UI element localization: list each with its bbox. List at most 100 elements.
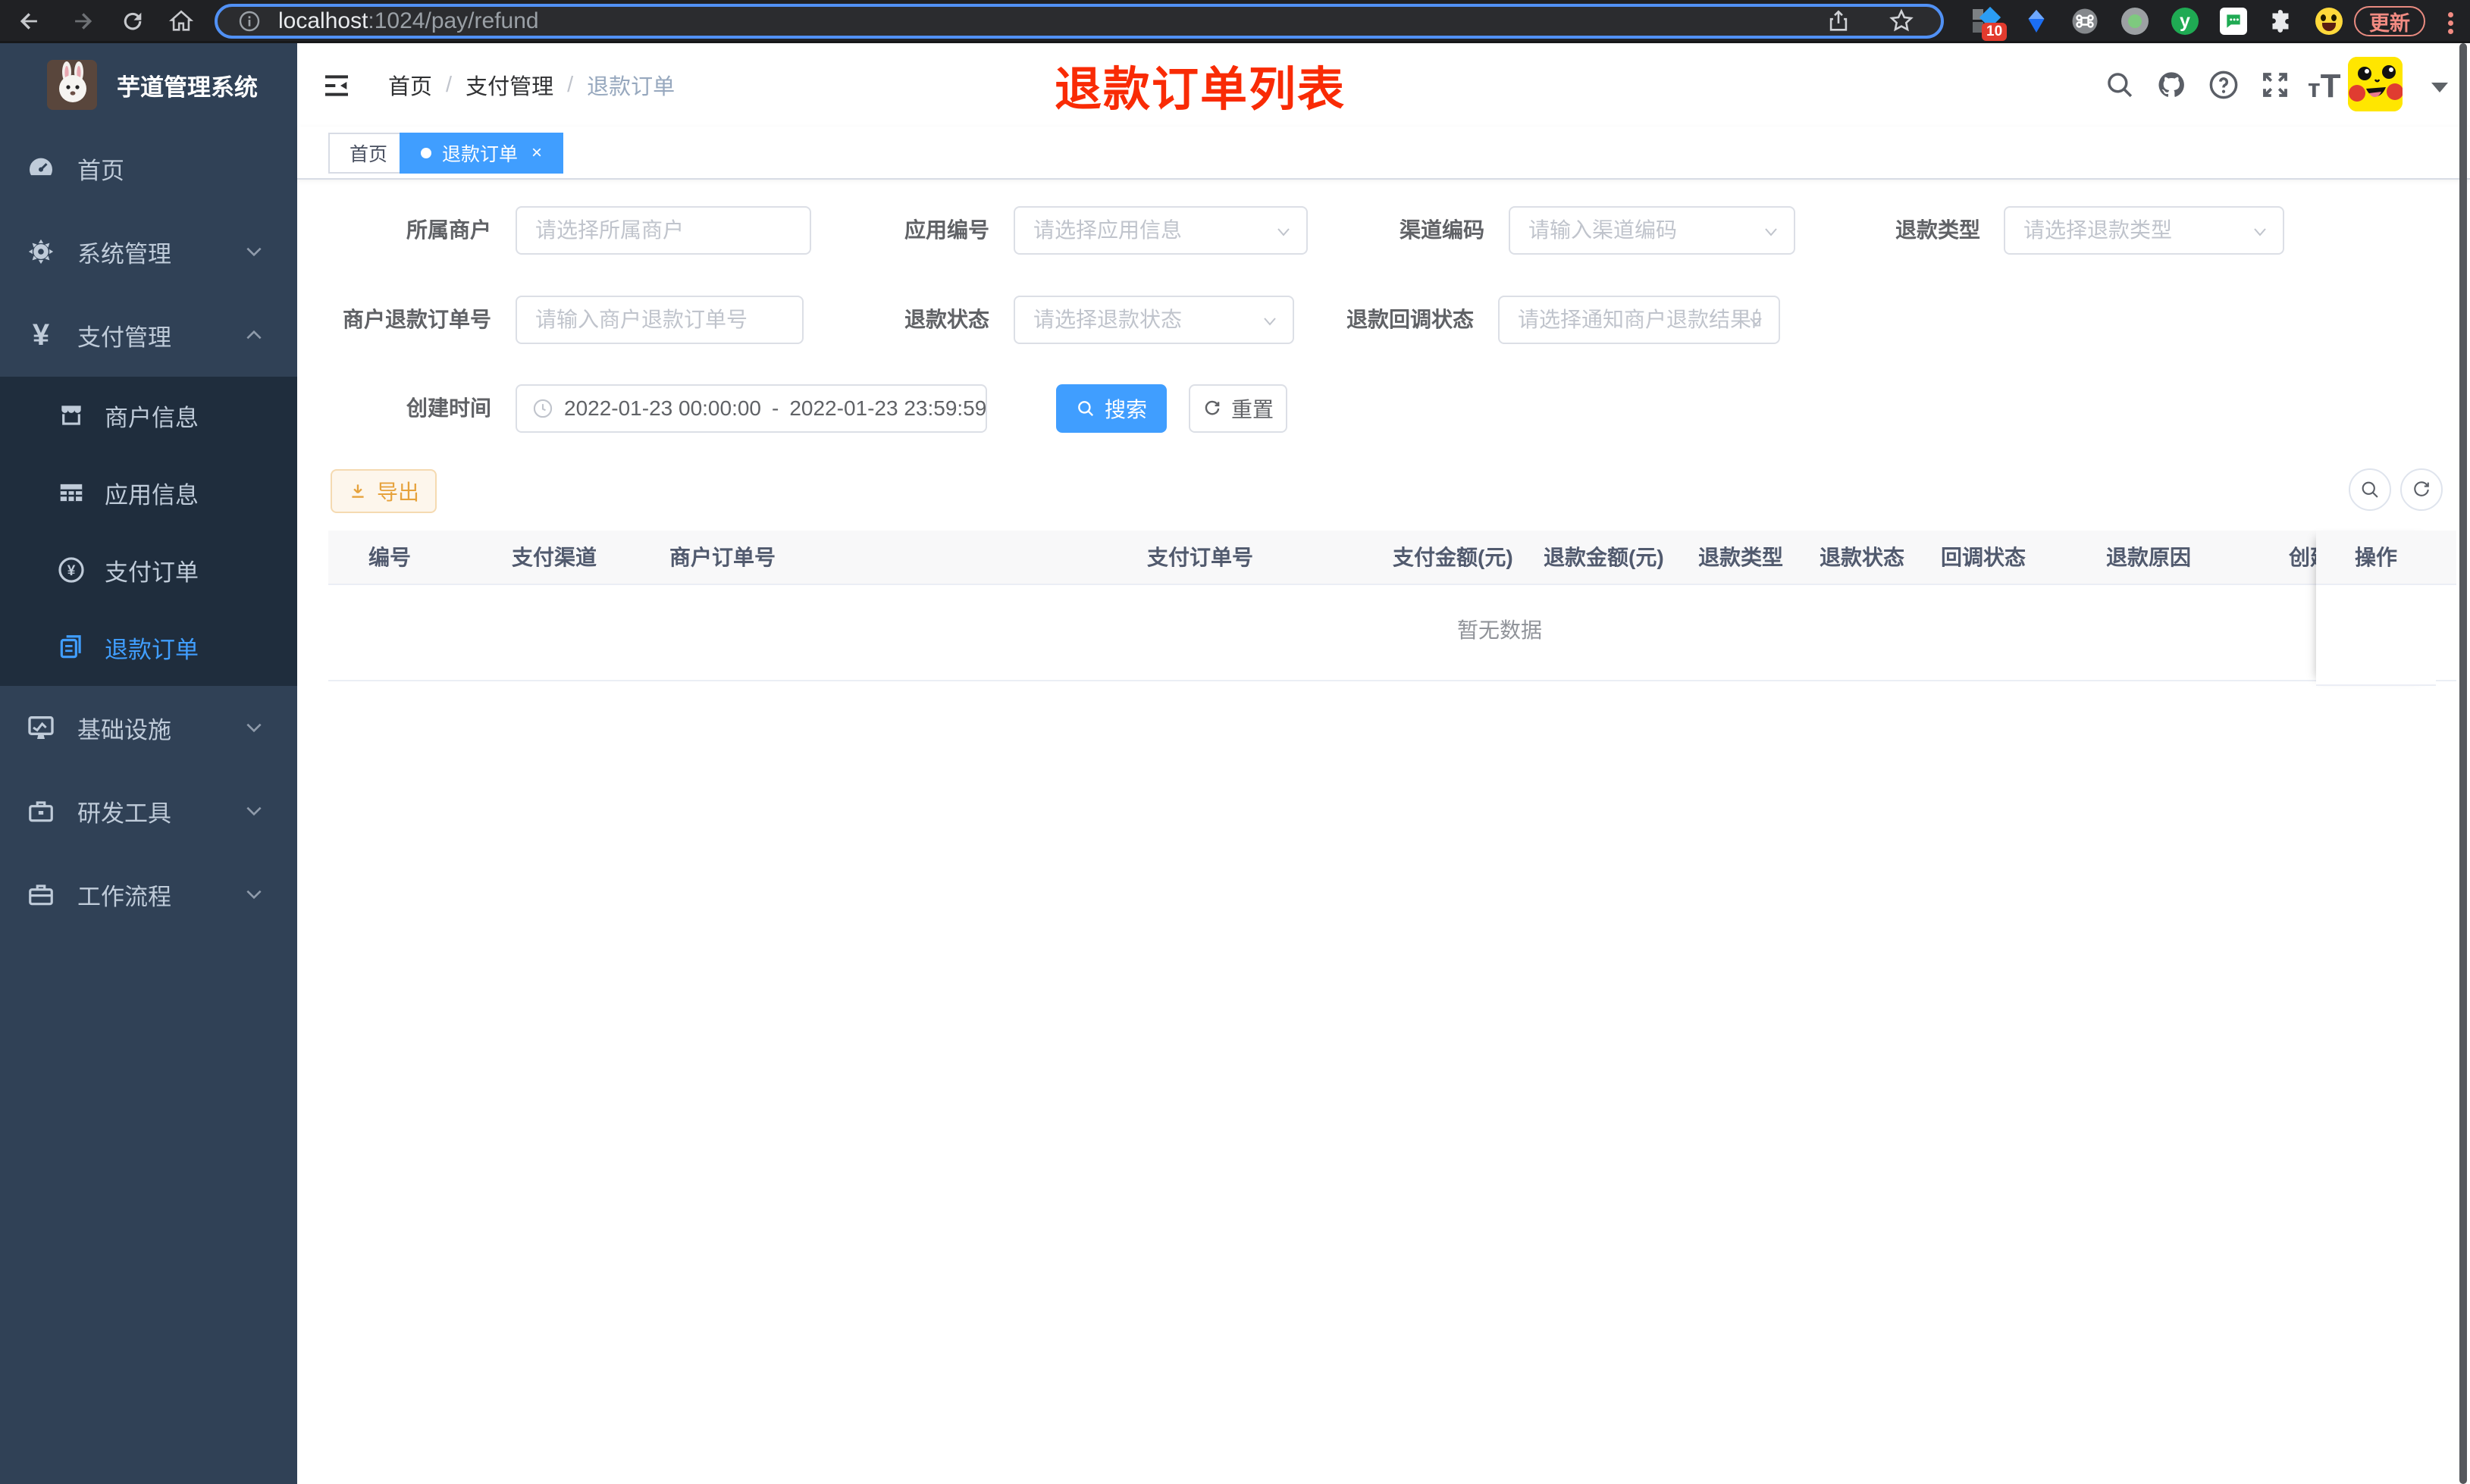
extension-chat-icon[interactable] — [2220, 8, 2247, 35]
search-label: 搜索 — [1104, 398, 1147, 421]
col-id: 编号 — [368, 546, 412, 569]
date-separator: - — [772, 396, 779, 420]
date-start[interactable]: 2022-01-23 00:00:00 — [564, 396, 761, 421]
app-logo — [47, 60, 97, 110]
github-icon[interactable] — [2155, 69, 2187, 101]
col-refund-type: 退款类型 — [1698, 546, 1784, 569]
document-icon — [55, 631, 88, 664]
reload-icon[interactable] — [120, 8, 146, 34]
refresh-icon — [1205, 400, 1220, 415]
site-info-icon[interactable] — [237, 9, 262, 33]
sidebar-collapse-icon[interactable] — [321, 70, 352, 101]
url-host: localhost — [278, 8, 368, 33]
sidebar-item-home[interactable]: 首页 — [0, 127, 297, 210]
sidebar-item-system[interactable]: 系统管理 — [0, 210, 297, 293]
extension-command-icon[interactable] — [2071, 8, 2099, 35]
refund-table: 编号 支付渠道 商户订单号 支付订单号 支付金额(元) 退款金额(元) 退款类型… — [328, 531, 2456, 686]
tab-home[interactable]: 首页 — [328, 133, 409, 174]
browser-chrome: localhost:1024/pay/refund 10 y 更新 — [0, 0, 2470, 43]
extension-kite-icon[interactable] — [2023, 8, 2050, 35]
refund-type-select[interactable] — [2004, 206, 2284, 255]
chevron-down-icon — [246, 247, 262, 257]
home-icon[interactable] — [168, 8, 194, 34]
url-bar[interactable]: localhost:1024/pay/refund — [215, 4, 1944, 39]
tab-close-icon[interactable]: × — [531, 142, 542, 164]
refund-type-input[interactable] — [2005, 208, 2283, 252]
sidebar-item-label: 商户信息 — [105, 404, 199, 431]
col-callback-status: 回调状态 — [1941, 546, 2026, 569]
sidebar-item-devtools[interactable]: 研发工具 — [0, 769, 297, 853]
main-area: 首页 / 支付管理 / 退款订单 退款订单列表 тT 首页 退款订单 × 所属商… — [297, 43, 2470, 1484]
date-end[interactable]: 2022-01-23 23:59:59 — [789, 396, 986, 421]
svg-text:¥: ¥ — [67, 563, 76, 579]
sidebar-item-pay[interactable]: ¥ 支付管理 — [0, 293, 297, 377]
col-create-time: 创建时间 — [2289, 546, 2316, 569]
sidebar-item-infra[interactable]: 基础设施 — [0, 686, 297, 769]
app-title: 芋道管理系统 — [117, 74, 258, 101]
sidebar-item-merchant-info[interactable]: 商户信息 — [0, 377, 297, 454]
toolbox-icon — [24, 794, 58, 828]
chevron-down-icon — [246, 890, 262, 900]
filter-label: 退款回调状态 — [1346, 308, 1474, 331]
sidebar-item-refund-order[interactable]: 退款订单 — [0, 609, 297, 686]
browser-update-button[interactable]: 更新 — [2354, 6, 2425, 36]
gear-icon — [24, 235, 58, 268]
font-size-icon[interactable]: тT — [2308, 67, 2341, 105]
refresh-icon — [2414, 481, 2429, 496]
toggle-search-button[interactable] — [2349, 468, 2391, 511]
export-button[interactable]: 导出 — [331, 469, 437, 513]
help-icon[interactable] — [2208, 69, 2240, 101]
table-empty-text: 暂无数据 — [1456, 618, 1543, 642]
reset-button[interactable]: 重置 — [1189, 384, 1287, 433]
breadcrumb-pay[interactable]: 支付管理 — [465, 69, 553, 101]
sidebar-logo-row[interactable]: 芋道管理系统 — [0, 43, 297, 127]
extension-emoji-icon[interactable] — [2315, 8, 2343, 35]
search-button[interactable]: 搜索 — [1056, 384, 1167, 433]
refresh-table-button[interactable] — [2400, 468, 2443, 511]
search-icon[interactable] — [2104, 69, 2136, 101]
yen-icon: ¥ — [32, 318, 50, 352]
user-avatar[interactable] — [2348, 57, 2403, 111]
sidebar-item-workflow[interactable]: 工作流程 — [0, 853, 297, 936]
callback-status-select[interactable] — [1498, 296, 1780, 344]
sidebar-item-label: 系统管理 — [77, 240, 171, 268]
window-scrollbar[interactable] — [2459, 43, 2467, 1484]
search-icon — [2362, 481, 2378, 498]
callback-status-input[interactable] — [1500, 298, 1779, 342]
chevron-down-icon — [246, 806, 262, 816]
bookmark-star-icon[interactable] — [1888, 8, 1915, 35]
tab-active-dot — [421, 148, 431, 158]
filter-label: 渠道编码 — [1399, 218, 1484, 242]
breadcrumb-separator: / — [446, 72, 453, 97]
share-icon[interactable] — [1826, 8, 1851, 34]
extension-y-icon[interactable]: y — [2171, 8, 2199, 35]
sidebar-item-label: 基础设施 — [77, 716, 171, 744]
filter-label: 商户退款订单号 — [342, 308, 491, 331]
filter-label: 创建时间 — [406, 396, 491, 420]
coin-icon: ¥ — [55, 553, 88, 587]
back-icon[interactable] — [17, 8, 42, 34]
chevron-down-icon — [246, 723, 262, 733]
export-label: 导出 — [376, 481, 419, 504]
breadcrumb-home[interactable]: 首页 — [388, 69, 432, 101]
extension-dot-icon[interactable] — [2121, 8, 2149, 35]
briefcase-icon — [24, 878, 58, 911]
search-icon — [1078, 401, 1094, 417]
tab-refund-order[interactable]: 退款订单 × — [400, 133, 564, 174]
extension-puzzle-icon[interactable] — [2267, 8, 2294, 35]
pay-submenu: 商户信息 应用信息 ¥ 支付订单 退款订单 — [0, 377, 297, 686]
sidebar-item-app-info[interactable]: 应用信息 — [0, 454, 297, 531]
breadcrumb: 首页 / 支付管理 / 退款订单 — [388, 43, 675, 127]
extension-diamond-icon[interactable]: 10 — [1971, 6, 2008, 41]
extension-badge: 10 — [1982, 23, 2008, 41]
browser-menu-icon[interactable] — [2447, 9, 2453, 37]
col-refund-status: 退款状态 — [1820, 546, 1905, 569]
sidebar-item-pay-order[interactable]: ¥ 支付订单 — [0, 531, 297, 609]
forward-icon[interactable] — [70, 8, 96, 34]
fullscreen-icon[interactable] — [2259, 69, 2291, 101]
date-range-picker[interactable]: 2022-01-23 00:00:00 - 2022-01-23 23:59:5… — [516, 384, 987, 433]
sidebar-item-label: 工作流程 — [77, 883, 171, 910]
chevron-down-icon — [2254, 228, 2266, 236]
col-pay-amount: 支付金额(元) — [1393, 546, 1513, 569]
avatar-caret-icon[interactable] — [2431, 83, 2448, 92]
